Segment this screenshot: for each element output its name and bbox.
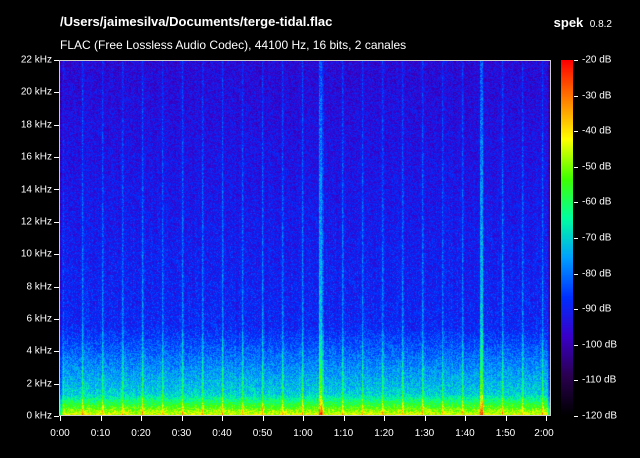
tick-mark: [574, 166, 578, 168]
tick-mark: [262, 416, 264, 421]
tick-mark: [222, 416, 223, 421]
tick-mark: [54, 124, 59, 126]
time-label: 1:50: [495, 428, 516, 439]
tick-mark: [60, 416, 61, 421]
freq-label: 20 kHz: [20, 86, 52, 98]
tick-mark: [54, 286, 59, 288]
tick-mark: [54, 351, 59, 353]
tick-mark: [424, 416, 426, 421]
tick-mark: [574, 131, 578, 133]
time-label: 0:40: [212, 428, 232, 439]
time-label: 0:10: [90, 428, 111, 439]
time-label: 1:10: [333, 428, 354, 439]
time-label: 2:00: [534, 428, 554, 439]
tick-mark: [54, 254, 59, 256]
db-label: -80 dB: [582, 268, 612, 280]
tick-mark: [574, 202, 578, 204]
spectrogram-canvas: [60, 61, 550, 415]
time-label: 1:30: [414, 428, 435, 439]
freq-label: 22 kHz: [20, 54, 52, 66]
tick-mark: [546, 416, 547, 421]
db-label: -40 dB: [582, 125, 612, 137]
time-label: 0:00: [50, 428, 70, 439]
tick-mark: [54, 416, 59, 417]
tick-mark: [505, 416, 507, 421]
time-label: 1:40: [455, 428, 475, 439]
tick-mark: [54, 189, 59, 191]
time-label: 1:20: [374, 428, 394, 439]
tick-mark: [303, 416, 304, 421]
time-label: 0:30: [171, 428, 192, 439]
tick-mark: [141, 416, 142, 421]
tick-mark: [54, 318, 59, 320]
file-info-subtitle: FLAC (Free Lossless Audio Codec), 44100 …: [60, 38, 407, 52]
tick-mark: [54, 157, 59, 159]
tick-mark: [343, 416, 345, 421]
tick-mark: [574, 238, 578, 239]
db-label: -70 dB: [582, 232, 612, 244]
tick-mark: [181, 416, 183, 421]
freq-label: 6 kHz: [26, 313, 52, 325]
tick-mark: [384, 416, 385, 421]
db-label: -120 dB: [582, 410, 618, 422]
db-label: -50 dB: [582, 161, 612, 173]
freq-label: 14 kHz: [20, 184, 52, 195]
tick-mark: [574, 95, 578, 97]
freq-label: 0 kHz: [26, 410, 52, 422]
file-path-title: /Users/jaimesilva/Documents/terge-tidal.…: [60, 14, 333, 29]
db-label: -60 dB: [582, 196, 612, 208]
tick-mark: [574, 60, 578, 61]
tick-mark: [100, 416, 102, 421]
db-label: -100 dB: [582, 339, 618, 351]
tick-mark: [574, 416, 578, 417]
freq-label: 18 kHz: [20, 119, 52, 131]
tick-mark: [54, 383, 59, 385]
tick-mark: [54, 60, 59, 61]
time-label: 0:20: [131, 428, 151, 439]
time-label: 0:50: [252, 428, 273, 439]
tick-mark: [574, 273, 578, 275]
spek-window: /Users/jaimesilva/Documents/terge-tidal.…: [0, 0, 640, 458]
db-label: -30 dB: [582, 90, 612, 102]
tick-mark: [54, 221, 59, 223]
tick-mark: [574, 309, 578, 311]
tick-mark: [465, 416, 466, 421]
freq-label: 12 kHz: [20, 216, 52, 228]
tick-mark: [574, 344, 578, 346]
db-label: -110 dB: [582, 374, 617, 386]
tick-mark: [574, 380, 578, 382]
app-version: 0.8.2: [589, 19, 612, 30]
freq-label: 2 kHz: [26, 378, 52, 390]
level-colorbar: [561, 60, 573, 416]
time-label: 1:00: [293, 428, 313, 439]
db-label: -90 dB: [582, 303, 612, 315]
freq-label: 10 kHz: [20, 248, 52, 260]
app-branding: spek 0.8.2: [554, 14, 612, 32]
tick-mark: [54, 92, 59, 94]
freq-label: 8 kHz: [26, 281, 52, 292]
freq-label: 16 kHz: [20, 151, 52, 163]
db-label: -20 dB: [582, 54, 612, 66]
app-name: spek: [553, 15, 584, 30]
freq-label: 4 kHz: [26, 345, 52, 357]
